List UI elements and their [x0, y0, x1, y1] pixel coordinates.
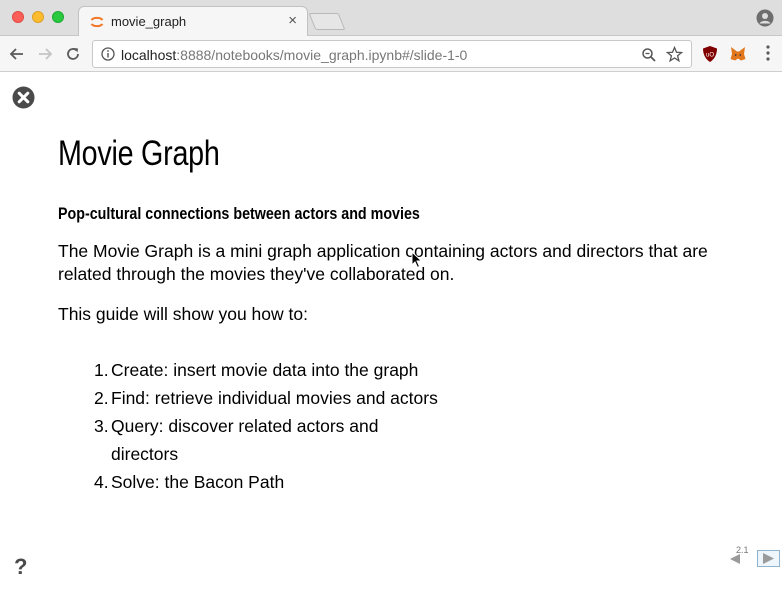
url-host: localhost	[121, 47, 177, 63]
list-item-text: Query: discover related actors and direc…	[111, 416, 379, 464]
slide-title: Movie Graph	[58, 134, 220, 173]
star-icon[interactable]	[666, 46, 683, 63]
window-close-button[interactable]	[12, 11, 24, 23]
svg-text:uO: uO	[706, 53, 714, 59]
slide-subtitle: Pop-cultural connections between actors …	[58, 204, 420, 223]
guide-lead-paragraph: This guide will show you how to:	[58, 304, 308, 324]
url-path: :8888/notebooks/movie_graph.ipynb#/slide…	[176, 47, 468, 63]
list-item: 1. Create: insert movie data into the gr…	[94, 356, 464, 384]
window-minimize-button[interactable]	[32, 11, 44, 23]
browser-toolbar: localhost:8888/notebooks/movie_graph.ipy…	[0, 36, 782, 72]
list-item: 2. Find: retrieve individual movies and …	[94, 384, 464, 412]
tab-title: movie_graph	[111, 14, 187, 29]
ublock-icon[interactable]: uO	[701, 45, 719, 63]
list-item-text: Solve: the Bacon Path	[111, 472, 285, 492]
list-item-number: 3.	[94, 416, 109, 436]
list-item-number: 1.	[94, 360, 109, 380]
forward-button[interactable]	[34, 43, 56, 65]
back-icon	[9, 48, 23, 60]
next-slide-icon	[763, 553, 774, 564]
menu-icon[interactable]	[766, 45, 770, 61]
list-item-number: 2.	[94, 388, 109, 408]
metamask-icon[interactable]	[729, 45, 747, 63]
reload-icon	[67, 48, 79, 60]
list-item-text: Find: retrieve individual movies and act…	[111, 388, 438, 408]
address-bar[interactable]: localhost:8888/notebooks/movie_graph.ipy…	[92, 40, 692, 68]
url-text[interactable]: localhost:8888/notebooks/movie_graph.ipy…	[121, 47, 467, 63]
previous-slide-icon[interactable]	[729, 553, 741, 565]
list-item: 3. Query: discover related actors and di…	[94, 412, 464, 468]
tab-close-icon[interactable]: ×	[288, 12, 297, 29]
back-button[interactable]	[6, 43, 28, 65]
steps-list: 1. Create: insert movie data into the gr…	[94, 356, 464, 496]
new-tab-button[interactable]	[308, 13, 346, 30]
browser-tab[interactable]: movie_graph ×	[78, 6, 308, 37]
zoom-icon[interactable]	[641, 47, 657, 63]
intro-paragraph: The Movie Graph is a mini graph applicat…	[58, 241, 708, 284]
next-slide-button[interactable]	[757, 550, 780, 567]
close-slideshow-icon[interactable]	[12, 86, 35, 109]
help-icon[interactable]: ?	[14, 554, 27, 580]
mouse-cursor-icon	[411, 251, 423, 269]
info-icon[interactable]	[101, 47, 115, 61]
profile-icon[interactable]	[756, 9, 774, 27]
list-item-text: Create: insert movie data into the graph	[111, 360, 419, 380]
list-item-number: 4.	[94, 472, 109, 492]
jupyter-icon	[90, 16, 104, 28]
reload-button[interactable]	[62, 43, 84, 65]
forward-icon	[39, 48, 53, 60]
list-item: 4. Solve: the Bacon Path	[94, 468, 464, 496]
window-zoom-button[interactable]	[52, 11, 64, 23]
tab-strip: movie_graph ×	[0, 0, 782, 37]
